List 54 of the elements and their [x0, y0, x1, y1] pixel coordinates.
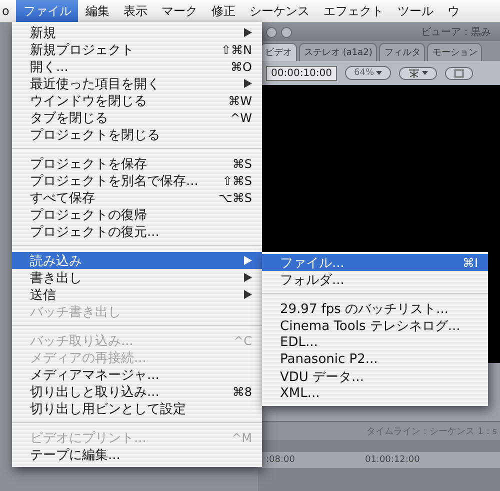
menu-item[interactable]: ウインドウを閉じる ⌘W [12, 92, 262, 109]
view-dropdown[interactable] [445, 66, 474, 80]
menu-title[interactable]: 編集 [78, 0, 116, 22]
menu-title[interactable]: o [0, 0, 16, 22]
overlay-icon [408, 68, 420, 78]
frame-icon [454, 68, 464, 78]
ruler-timecode: 01:00:12:00 [364, 455, 420, 465]
tab[interactable]: フィルタ [379, 43, 426, 61]
menu-title[interactable]: 修正 [204, 0, 242, 22]
menu-item[interactable]: プロジェクトを別名で保存... ⇧⌘S [12, 172, 262, 189]
window-button[interactable] [281, 26, 292, 38]
menu-item[interactable]: 読み込み [12, 252, 262, 269]
menu-item[interactable]: 新規 [12, 24, 262, 41]
menu-item[interactable]: EDL... [262, 334, 488, 351]
menu-item[interactable]: 切り出し用ビンとして設定 [12, 400, 262, 417]
caret-icon [376, 71, 382, 75]
menu-item[interactable]: 新規プロジェクト ⇧⌘N [12, 41, 262, 58]
menu-item[interactable]: 29.97 fps のバッチリスト... [262, 300, 488, 317]
menu-item[interactable]: XML... [262, 385, 488, 402]
caret-icon [422, 71, 428, 75]
menu-title[interactable]: シーケンス [242, 0, 316, 22]
menu-item[interactable]: ファイル... ⌘I [262, 254, 488, 271]
menu-title[interactable]: ツール [390, 0, 440, 22]
window-button[interactable] [266, 26, 277, 38]
menu-item[interactable]: 開く... ⌘O [12, 58, 262, 75]
window-title: ビューア：黒み [421, 26, 491, 39]
menu-item[interactable]: 最近使った項目を開く [12, 75, 262, 92]
tab[interactable]: ビデオ [260, 43, 297, 61]
menu-item[interactable]: フォルダ... [262, 271, 488, 288]
menu-item[interactable]: テープに編集... [12, 446, 262, 463]
menu-title[interactable]: エフェクト [316, 0, 390, 22]
overlay-dropdown[interactable] [399, 66, 438, 80]
zoom-dropdown[interactable]: 64% [345, 66, 392, 80]
menu-item[interactable]: メディアマネージャ... [12, 366, 262, 383]
menu-item[interactable]: プロジェクトを閉じる [12, 126, 262, 143]
menu-title[interactable]: ファイル [16, 0, 78, 22]
menu-item[interactable]: VDU データ... [262, 368, 488, 385]
menu-item[interactable]: タブを閉じる ^W [12, 109, 262, 126]
menu-item[interactable]: Panasonic P2... [262, 351, 488, 368]
tab[interactable]: モーション [427, 43, 482, 61]
menu-item[interactable]: 送信 [12, 286, 262, 303]
tab[interactable]: ステレオ (a1a2) [299, 43, 378, 61]
timecode-field[interactable]: 00:00:10:00 [266, 66, 338, 80]
menu-item[interactable]: 書き出し [12, 269, 262, 286]
ruler-timecode: :08:00 [266, 455, 295, 465]
menu-item[interactable]: プロジェクトの復元... [12, 223, 262, 240]
menu-item[interactable]: Cinema Tools テレシネログ... [262, 317, 488, 334]
menu-title[interactable]: ウ [440, 0, 466, 22]
menu-item[interactable]: 切り出しと取り込み... ⌘8 [12, 383, 262, 400]
menu-item[interactable]: プロジェクトを保存 ⌘S [12, 155, 262, 172]
menu-title[interactable]: 表示 [116, 0, 154, 22]
menu-title[interactable]: マーク [154, 0, 204, 22]
menu-item[interactable]: すべて保存 ⌥⌘S [12, 189, 262, 206]
menu-item[interactable]: プロジェクトの復帰 [12, 206, 262, 223]
